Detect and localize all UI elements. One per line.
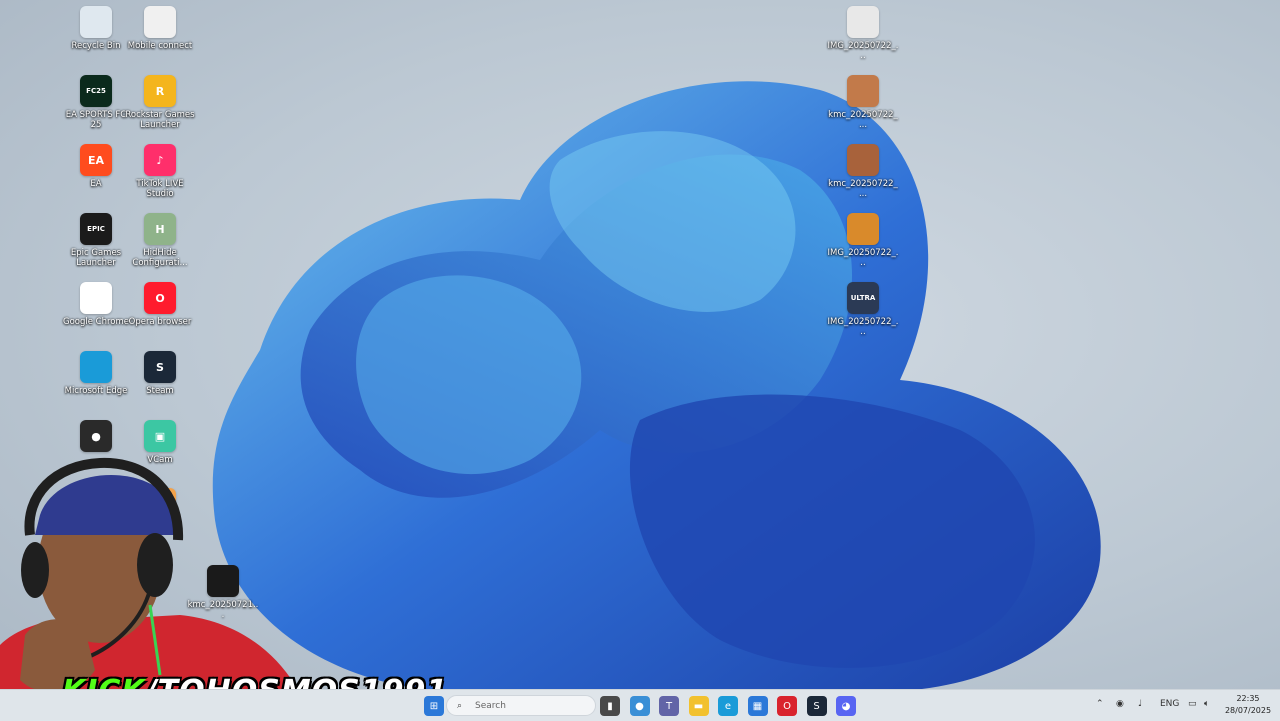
desktop-icon[interactable]: S Steam — [124, 351, 196, 396]
desktop-icon[interactable]: Microsoft Edge — [60, 351, 132, 396]
clock-date: 28/07/2025 — [1224, 706, 1272, 715]
chevron-up-icon[interactable]: ⌃ — [1096, 699, 1104, 709]
desktop-icon[interactable]: IMG_20250722_... — [827, 213, 899, 268]
desktop-icon[interactable]: R Rockstar Games Launcher — [124, 75, 196, 130]
desktop-icon-label: EA — [90, 179, 102, 189]
desktop-icon[interactable]: Google Chrome — [60, 282, 132, 327]
steam-icon[interactable]: S — [806, 696, 827, 716]
desktop-icon[interactable]: IMG_20250722_... — [827, 6, 899, 61]
task-view-icon[interactable]: ▮ — [600, 696, 620, 716]
opera-icon: O — [144, 282, 176, 314]
chrome-icon — [80, 282, 112, 314]
windows-logo-icon: ⊞ — [429, 700, 439, 712]
desktop-icon[interactable]: ● — [60, 420, 132, 455]
taskbar: ⊞ ⌕ Search ▮ ● T ▬ e ▦ O S ◕ ⌃ ◉ ♩ ENG ▭ 🔈︎ 22:3… — [0, 689, 1280, 721]
desktop-icon[interactable]: Mobile connect — [124, 6, 196, 51]
microphone-icon[interactable]: ♩ — [1138, 699, 1142, 709]
search-icon: ⌕ — [457, 701, 463, 711]
image-file-icon — [847, 6, 879, 38]
desktop-icon-label: IMG_20250722_... — [827, 248, 899, 268]
desktop-icon-label: HidHide Configurati... — [132, 248, 188, 268]
volume-icon[interactable]: 🔈︎ — [1204, 699, 1209, 709]
recycle-bin-icon — [80, 6, 112, 38]
desktop-icon[interactable]: kmc_20250722_... — [827, 144, 899, 199]
desktop-icon-label: TikTok LIVE Studio — [136, 179, 184, 199]
steam-icon: S — [144, 351, 176, 383]
desktop-icon-label: Steam — [146, 386, 174, 396]
display-icon[interactable]: ▭ — [1188, 699, 1197, 709]
obs-icon: ● — [80, 420, 112, 452]
desktop-icon[interactable]: H HidHide Configurati... — [124, 213, 196, 268]
taskbar-clock[interactable]: 22:35 28/07/2025 — [1222, 693, 1274, 717]
document-icon — [144, 6, 176, 38]
edge-icon[interactable]: e — [718, 696, 738, 716]
desktop-icon[interactable]: Recycle Bin — [60, 6, 132, 51]
search-placeholder: Search — [475, 701, 506, 711]
desktop-icon-label: kmc_20250722_... — [828, 110, 898, 130]
desktop-icon[interactable]: FC25 EA SPORTS FC 25 — [60, 75, 132, 130]
edge-icon — [80, 351, 112, 383]
desktop-icon-label: kmc_20250722_... — [828, 179, 898, 199]
start-button[interactable]: ⊞ — [424, 696, 444, 716]
teams-icon[interactable]: T — [659, 696, 679, 716]
ea-icon: EA — [80, 144, 112, 176]
taskbar-search-input[interactable]: ⌕ Search — [446, 695, 596, 716]
image-file-icon — [847, 144, 879, 176]
desktop-icon-label: IMG_20250722_... — [827, 41, 899, 61]
desktop-icon-label: Rockstar Games Launcher — [125, 110, 195, 130]
image-file-icon — [847, 75, 879, 107]
desktop-icon[interactable]: EA EA — [60, 144, 132, 189]
rockstar-icon: R — [144, 75, 176, 107]
clock-time: 22:35 — [1236, 694, 1260, 703]
desktop-icon-label: Google Chrome — [62, 317, 130, 327]
desktop-icon-label: IMG_20250722_... — [827, 317, 899, 337]
desktop-icon[interactable]: kmc_20250722_... — [827, 75, 899, 130]
network-icon[interactable]: ◉ — [1116, 699, 1124, 709]
image-file-icon: ULTRA — [847, 282, 879, 314]
chrome-icon[interactable]: ● — [629, 696, 650, 716]
desktop-icon[interactable]: ♪ TikTok LIVE Studio — [124, 144, 196, 199]
tiktok-live-icon: ♪ — [144, 144, 176, 176]
desktop-icon[interactable]: EPIC Epic Games Launcher — [60, 213, 132, 268]
desktop-icon-label: Microsoft Edge — [64, 386, 128, 396]
desktop-icon-label: Opera browser — [128, 317, 192, 327]
vcam-icon: ▣ — [144, 420, 176, 452]
desktop-icon[interactable]: ULTRA IMG_20250722_... — [827, 282, 899, 337]
image-file-icon — [847, 213, 879, 245]
desktop-icon-label: Mobile connect — [127, 41, 193, 51]
desktop-icon-label: Recycle Bin — [71, 41, 121, 51]
desktop-icon-label: EA SPORTS FC 25 — [65, 110, 127, 130]
epic-games-icon: EPIC — [80, 213, 112, 245]
file-explorer-icon[interactable]: ▬ — [688, 696, 709, 716]
desktop-icon[interactable]: O Opera browser — [124, 282, 196, 327]
fc25-icon: FC25 — [80, 75, 112, 107]
discord-icon[interactable]: ◕ — [836, 696, 856, 716]
hidhide-icon: H — [144, 213, 176, 245]
store-icon[interactable]: ▦ — [747, 696, 768, 716]
desktop-icon-label: Epic Games Launcher — [70, 248, 122, 268]
opera-icon[interactable]: O — [777, 696, 797, 716]
language-indicator[interactable]: ENG — [1160, 699, 1179, 709]
